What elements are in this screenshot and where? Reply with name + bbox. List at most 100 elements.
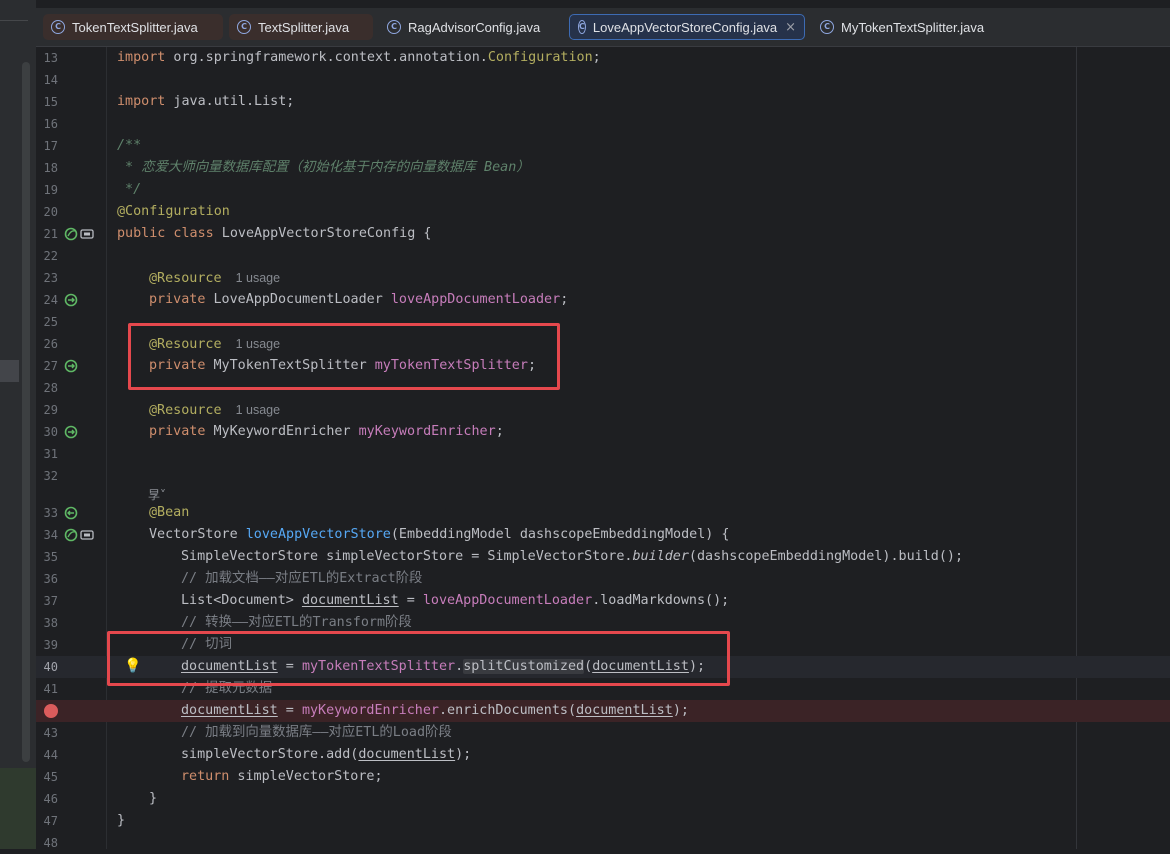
line-number: 26: [43, 337, 58, 351]
panel-background: [0, 768, 36, 849]
code-line-44[interactable]: 44 simpleVectorStore.add(documentList);: [36, 744, 1170, 766]
line-number: 31: [43, 447, 58, 461]
code-line-22[interactable]: 22: [36, 245, 1170, 267]
implementation-icon[interactable]: [80, 227, 94, 241]
keyword-private: private: [149, 292, 206, 307]
method-call: simpleVectorStore.add(: [181, 747, 359, 762]
tab-rag-advisor-config[interactable]: C RagAdvisorConfig.java: [379, 14, 557, 40]
spring-bean-icon[interactable]: [64, 227, 78, 241]
line-number: 19: [43, 183, 58, 197]
code-line-33[interactable]: 33 @Bean: [36, 502, 1170, 524]
variable: documentList: [181, 703, 278, 718]
code-line-47[interactable]: 47 }: [36, 810, 1170, 832]
operator: =: [398, 593, 423, 608]
line-number: 33: [43, 506, 58, 520]
variable: documentList: [301, 593, 399, 608]
tab-my-token-text-splitter[interactable]: C MyTokenTextSplitter.java: [812, 14, 1002, 40]
bean-method-icon[interactable]: [64, 506, 78, 520]
line-number: 29: [43, 403, 58, 417]
class-reference: Configuration: [487, 50, 593, 65]
field-name: loveAppDocumentLoader: [390, 292, 561, 307]
return-type: VectorStore: [149, 527, 246, 542]
left-tool-strip: [0, 0, 36, 849]
code-line-20[interactable]: 20 @Configuration: [36, 201, 1170, 223]
tab-label: MyTokenTextSplitter.java: [841, 19, 985, 35]
code-line-31[interactable]: 31: [36, 443, 1170, 465]
field-name: myKeywordEnricher: [301, 703, 439, 718]
code-line-29[interactable]: 29 @Resource 1 usage: [36, 399, 1170, 421]
code-line-23[interactable]: 23 @Resource 1 usage: [36, 267, 1170, 289]
code-line-15[interactable]: 15 import java.util.List;: [36, 91, 1170, 113]
tab-token-text-splitter[interactable]: C TokenTextSplitter.java: [43, 14, 223, 40]
type-name: List<Document>: [181, 593, 302, 608]
code-line-30[interactable]: 30 private MyKeywordEnricher myKeywordEn…: [36, 421, 1170, 443]
tab-love-app-vector-store-config[interactable]: C LoveAppVectorStoreConfig.java ×: [569, 14, 805, 40]
usage-hint[interactable]: 1 usage: [236, 403, 280, 417]
usage-hint[interactable]: 1 usage: [236, 271, 280, 285]
line-number: 45: [43, 770, 58, 784]
code-line-19[interactable]: 19 */: [36, 179, 1170, 201]
line-comment: // 加载到向量数据库——对应ETL的Load阶段: [181, 725, 452, 740]
variable: documentList: [358, 747, 456, 762]
code-line-48[interactable]: 48: [36, 832, 1170, 854]
code-line-14[interactable]: 14: [36, 69, 1170, 91]
code-line-16[interactable]: 16: [36, 113, 1170, 135]
code-editor[interactable]: 13 import org.springframework.context.an…: [36, 47, 1170, 850]
code-line-45[interactable]: 45 return simpleVectorStore;: [36, 766, 1170, 788]
code-line-35[interactable]: 35 SimpleVectorStore simpleVectorStore =…: [36, 546, 1170, 568]
editor-tab-bar: C TokenTextSplitter.java C TextSplitter.…: [36, 8, 1170, 47]
semicolon: ;: [592, 50, 601, 65]
tab-label: RagAdvisorConfig.java: [408, 19, 541, 35]
autowired-icon[interactable]: [64, 293, 78, 307]
close-icon[interactable]: ×: [785, 20, 796, 35]
line-number: 18: [43, 161, 58, 175]
code-line-43[interactable]: 43 // 加载到向量数据库——对应ETL的Load阶段: [36, 722, 1170, 744]
line-number: 20: [43, 205, 58, 219]
java-class-icon: C: [237, 20, 251, 34]
autowired-icon[interactable]: [64, 359, 78, 373]
method-call: .loadMarkdowns();: [592, 593, 730, 608]
closing-brace: }: [149, 791, 158, 806]
type-name: LoveAppDocumentLoader: [205, 292, 391, 307]
code-line-17[interactable]: 17 /**: [36, 135, 1170, 157]
code-line-13[interactable]: 13 import org.springframework.context.an…: [36, 47, 1170, 69]
line-number: 30: [43, 425, 58, 439]
code-line-34[interactable]: 34 VectorStore loveAppVectorStore(Embedd…: [36, 524, 1170, 546]
javadoc-comment: */: [117, 182, 142, 197]
code-line-21[interactable]: 21 public class LoveAppVectorStoreConfig…: [36, 223, 1170, 245]
statement: SimpleVectorStore simpleVectorStore = Si…: [181, 549, 633, 564]
code-line-42[interactable]: documentList = myKeywordEnricher.enrichD…: [36, 700, 1170, 722]
project-panel-scrollbar[interactable]: [22, 62, 30, 762]
static-call: builder: [632, 549, 689, 564]
package-path: org.springframework.context.annotation.: [165, 50, 488, 65]
java-class-icon: C: [820, 20, 834, 34]
line-number: 14: [43, 73, 58, 87]
package-path: java.util.List;: [165, 94, 295, 109]
line-number: 48: [43, 836, 58, 850]
line-number: 16: [43, 117, 58, 131]
code-line-36[interactable]: 36 // 加载文档——对应ETL的Extract阶段: [36, 568, 1170, 590]
line-number: 22: [43, 249, 58, 263]
keyword-return: return: [181, 769, 230, 784]
tab-label: TextSplitter.java: [258, 19, 350, 35]
javadoc-comment: * 恋爱大师向量数据库配置（初始化基于内存的向量数据库 Bean）: [117, 160, 530, 175]
autowired-icon[interactable]: [64, 425, 78, 439]
annotation: @Resource: [149, 403, 222, 418]
tab-text-splitter[interactable]: C TextSplitter.java: [229, 14, 373, 40]
operator: =: [277, 703, 302, 718]
line-number: 25: [43, 315, 58, 329]
java-class-icon: C: [387, 20, 401, 34]
line-number: 39: [43, 638, 58, 652]
line-number: 17: [43, 139, 58, 153]
code-line-18[interactable]: 18 * 恋爱大师向量数据库配置（初始化基于内存的向量数据库 Bean）: [36, 157, 1170, 179]
highlight-box-split-call: [107, 631, 730, 686]
code-line-46[interactable]: 46 }: [36, 788, 1170, 810]
code-line-24[interactable]: 24 private LoveAppDocumentLoader loveApp…: [36, 289, 1170, 311]
implementation-icon[interactable]: [80, 528, 94, 542]
breakpoint-icon[interactable]: [44, 704, 58, 718]
variable: documentList: [576, 703, 673, 718]
field-name: myKeywordEnricher: [358, 424, 496, 439]
project-panel-selection: [0, 360, 19, 382]
code-line-37[interactable]: 37 List<Document> documentList = loveApp…: [36, 590, 1170, 612]
spring-bean-icon[interactable]: [64, 528, 78, 542]
